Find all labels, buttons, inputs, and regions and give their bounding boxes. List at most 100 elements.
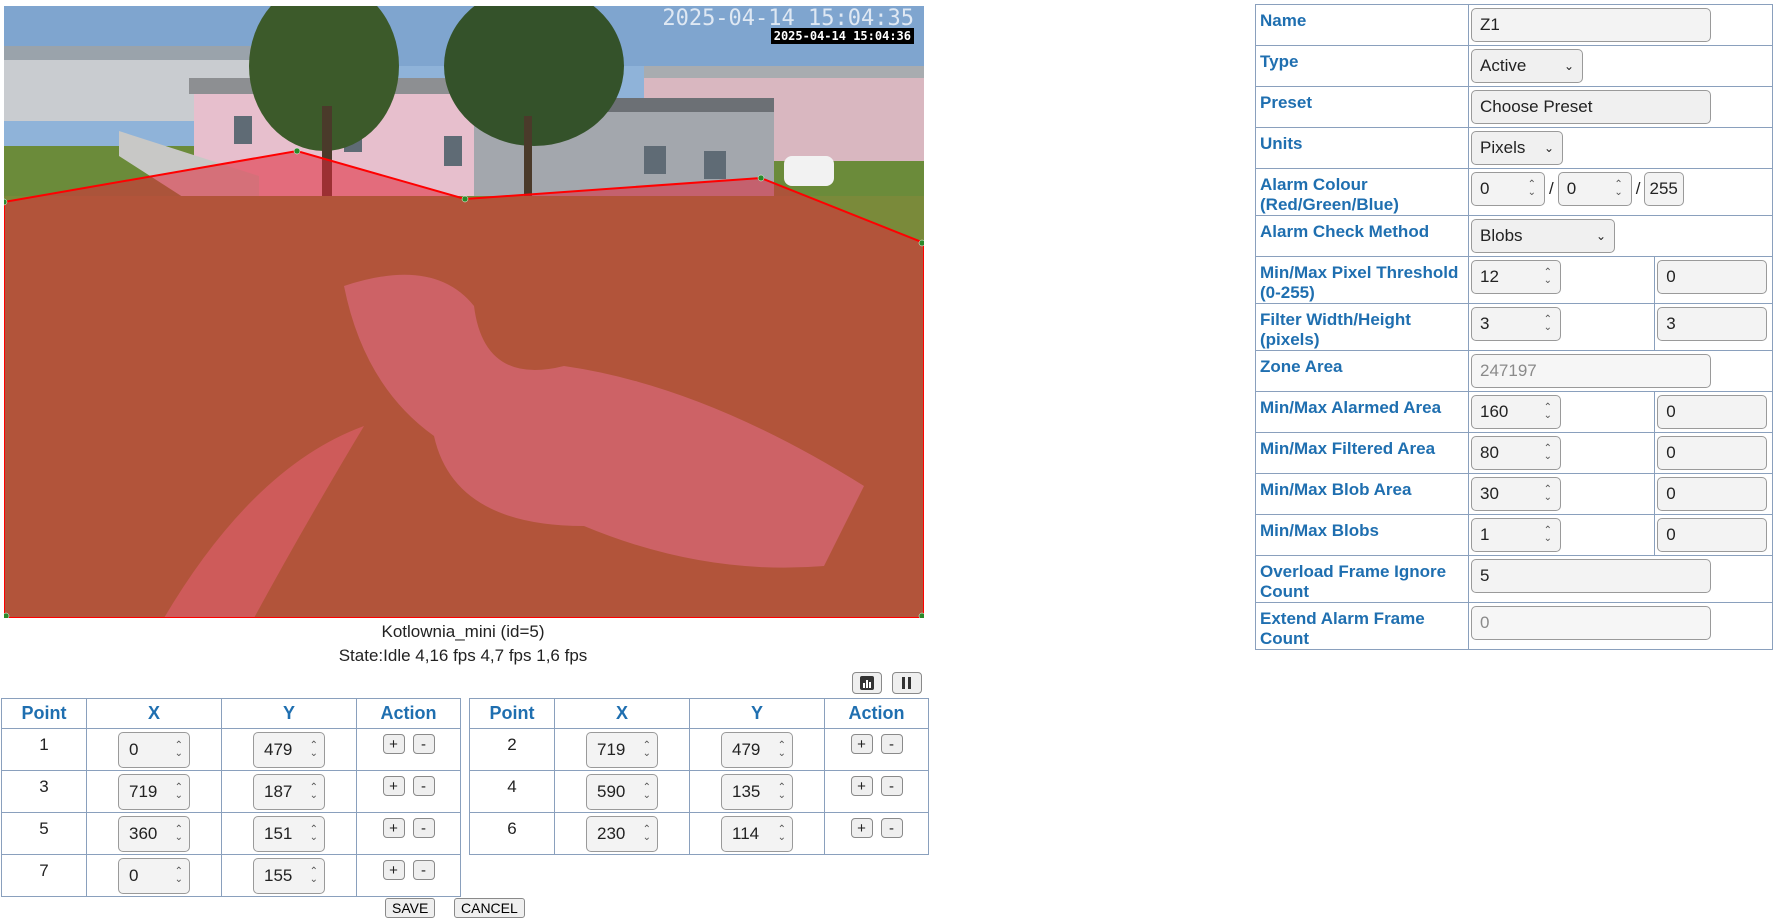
add-point-button[interactable]: + bbox=[850, 734, 873, 754]
spinner-icon[interactable]: ⌃ ⌄ bbox=[175, 824, 183, 842]
max-alarmed-area-input[interactable]: 0 bbox=[1657, 395, 1768, 429]
zone-point-handle[interactable] bbox=[4, 612, 10, 618]
stats-button[interactable] bbox=[852, 672, 882, 694]
extend-input: 0 bbox=[1471, 606, 1712, 640]
y-input[interactable]: 479 ⌃ ⌄ bbox=[253, 731, 325, 768]
spinner-icon[interactable]: ⌃ ⌄ bbox=[175, 740, 183, 758]
red-input[interactable]: 0 ⌃ ⌄ bbox=[1471, 172, 1546, 206]
spinner-icon[interactable]: ⌃ ⌄ bbox=[1544, 444, 1552, 462]
spinner-icon[interactable]: ⌃ ⌄ bbox=[1544, 403, 1552, 421]
x-input[interactable]: 0 ⌃ ⌄ bbox=[118, 857, 190, 894]
spinner-icon[interactable]: ⌃ ⌄ bbox=[778, 824, 786, 842]
name-input[interactable]: Z1 bbox=[1471, 8, 1712, 42]
type-select[interactable]: Active ⌄ bbox=[1471, 49, 1584, 83]
overload-input[interactable]: 5 bbox=[1471, 559, 1712, 593]
add-point-button[interactable]: + bbox=[850, 776, 873, 796]
setting-row-preset: Preset Choose Preset bbox=[1254, 86, 1773, 128]
min-blobs-input[interactable]: 1 ⌃ ⌄ bbox=[1471, 518, 1562, 552]
setting-row-blob-area: Min/Max Blob Area 30 ⌃ ⌄ 0 bbox=[1254, 473, 1773, 515]
min-pixel-threshold-input[interactable]: 12 ⌃ ⌄ bbox=[1471, 260, 1562, 294]
spinner-icon[interactable]: ⌃ ⌄ bbox=[643, 824, 651, 842]
spinner-icon[interactable]: ⌃ ⌄ bbox=[1544, 315, 1552, 333]
remove-point-button[interactable]: - bbox=[412, 860, 435, 880]
check-method-select[interactable]: Blobs ⌄ bbox=[1471, 219, 1616, 253]
filter-height-input[interactable]: 3 bbox=[1657, 307, 1768, 341]
spinner-icon[interactable]: ⌃ ⌄ bbox=[175, 782, 183, 800]
remove-point-button[interactable]: - bbox=[412, 818, 435, 838]
spinner-icon[interactable]: ⌃ ⌄ bbox=[1544, 485, 1552, 503]
pause-button[interactable] bbox=[892, 672, 922, 694]
spinner-icon[interactable]: ⌃ ⌄ bbox=[1544, 268, 1552, 286]
zone-point-handle[interactable] bbox=[757, 174, 765, 182]
spinner-icon[interactable]: ⌃ ⌄ bbox=[643, 740, 651, 758]
spinner-icon[interactable]: ⌃ ⌄ bbox=[643, 782, 651, 800]
filter-width-input[interactable]: 3 ⌃ ⌄ bbox=[1471, 307, 1562, 341]
monitor-name: Kotlownia_mini (id=5) bbox=[381, 622, 545, 641]
remove-point-button[interactable]: - bbox=[880, 734, 903, 754]
spinner-icon[interactable]: ⌃ ⌄ bbox=[1614, 180, 1622, 198]
min-blob-area-input[interactable]: 30 ⌃ ⌄ bbox=[1471, 477, 1562, 511]
setting-row-units: Units Pixels ⌄ bbox=[1254, 127, 1773, 169]
spinner-icon[interactable]: ⌃ ⌄ bbox=[310, 782, 318, 800]
table-row: 5 360 ⌃ ⌄ 151 ⌃ ⌄ + - bbox=[1, 812, 461, 855]
setting-row-filtered-area: Min/Max Filtered Area 80 ⌃ ⌄ 0 bbox=[1254, 432, 1773, 474]
remove-point-button[interactable]: - bbox=[412, 734, 435, 754]
max-blob-area-input[interactable]: 0 bbox=[1657, 477, 1768, 511]
add-point-button[interactable]: + bbox=[382, 734, 405, 754]
spinner-icon[interactable]: ⌃ ⌄ bbox=[175, 866, 183, 884]
y-input[interactable]: 151 ⌃ ⌄ bbox=[253, 815, 325, 852]
pause-icon bbox=[902, 677, 911, 689]
preset-label: Preset bbox=[1254, 86, 1470, 128]
zone-point-handle[interactable] bbox=[461, 195, 469, 203]
spinner-icon[interactable]: ⌃ ⌄ bbox=[778, 740, 786, 758]
save-button[interactable]: SAVE bbox=[385, 898, 436, 918]
setting-row-check-method: Alarm Check Method Blobs ⌄ bbox=[1254, 215, 1773, 257]
x-input[interactable]: 719 ⌃ ⌄ bbox=[586, 731, 658, 768]
spinner-icon[interactable]: ⌃ ⌄ bbox=[310, 740, 318, 758]
camera-view[interactable]: 2025-04-14 15:04:35 2025-04-14 15:04:36 bbox=[4, 6, 924, 618]
min-filtered-area-input[interactable]: 80 ⌃ ⌄ bbox=[1471, 436, 1562, 470]
spinner-icon[interactable]: ⌃ ⌄ bbox=[310, 824, 318, 842]
add-point-button[interactable]: + bbox=[382, 818, 405, 838]
max-filtered-area-input[interactable]: 0 bbox=[1657, 436, 1768, 470]
max-pixel-threshold-input[interactable]: 0 bbox=[1657, 260, 1768, 294]
add-point-button[interactable]: + bbox=[850, 818, 873, 838]
bar-chart-icon bbox=[860, 676, 874, 690]
y-input[interactable]: 135 ⌃ ⌄ bbox=[721, 773, 793, 810]
header-action: Action bbox=[356, 698, 461, 729]
setting-row-overload: Overload Frame Ignore Count 5 bbox=[1254, 555, 1773, 603]
blue-input[interactable]: 255 bbox=[1644, 172, 1685, 206]
remove-point-button[interactable]: - bbox=[880, 818, 903, 838]
zone-point-handle[interactable] bbox=[293, 147, 301, 155]
green-input[interactable]: 0 ⌃ ⌄ bbox=[1557, 172, 1632, 206]
remove-point-button[interactable]: - bbox=[412, 776, 435, 796]
spinner-icon[interactable]: ⌃ ⌄ bbox=[1528, 180, 1536, 198]
x-input[interactable]: 230 ⌃ ⌄ bbox=[586, 815, 658, 852]
y-input[interactable]: 479 ⌃ ⌄ bbox=[721, 731, 793, 768]
min-alarmed-area-input[interactable]: 160 ⌃ ⌄ bbox=[1471, 395, 1562, 429]
y-input[interactable]: 187 ⌃ ⌄ bbox=[253, 773, 325, 810]
add-point-button[interactable]: + bbox=[382, 776, 405, 796]
name-label: Name bbox=[1254, 4, 1470, 46]
zone-point-handle[interactable] bbox=[918, 612, 924, 618]
remove-point-button[interactable]: - bbox=[880, 776, 903, 796]
cancel-button[interactable]: CANCEL bbox=[454, 898, 525, 918]
spinner-icon[interactable]: ⌃ ⌄ bbox=[778, 782, 786, 800]
spinner-icon[interactable]: ⌃ ⌄ bbox=[1544, 526, 1552, 544]
setting-row-extend: Extend Alarm Frame Count 0 bbox=[1254, 602, 1773, 650]
x-input[interactable]: 360 ⌃ ⌄ bbox=[118, 815, 190, 852]
chevron-down-icon: ⌄ bbox=[1543, 141, 1555, 155]
preset-select[interactable]: Choose Preset bbox=[1471, 90, 1712, 124]
spinner-icon[interactable]: ⌃ ⌄ bbox=[310, 866, 318, 884]
x-input[interactable]: 0 ⌃ ⌄ bbox=[118, 731, 190, 768]
y-input[interactable]: 114 ⌃ ⌄ bbox=[721, 815, 793, 852]
max-blobs-input[interactable]: 0 bbox=[1657, 518, 1768, 552]
chevron-down-icon: ⌄ bbox=[1595, 229, 1607, 243]
x-input[interactable]: 719 ⌃ ⌄ bbox=[118, 773, 190, 810]
zone-point-handle[interactable] bbox=[918, 239, 924, 247]
units-select[interactable]: Pixels ⌄ bbox=[1471, 131, 1564, 165]
zone-area-input: 247197 bbox=[1471, 354, 1712, 388]
x-input[interactable]: 590 ⌃ ⌄ bbox=[586, 773, 658, 810]
add-point-button[interactable]: + bbox=[382, 860, 405, 880]
y-input[interactable]: 155 ⌃ ⌄ bbox=[253, 857, 325, 894]
